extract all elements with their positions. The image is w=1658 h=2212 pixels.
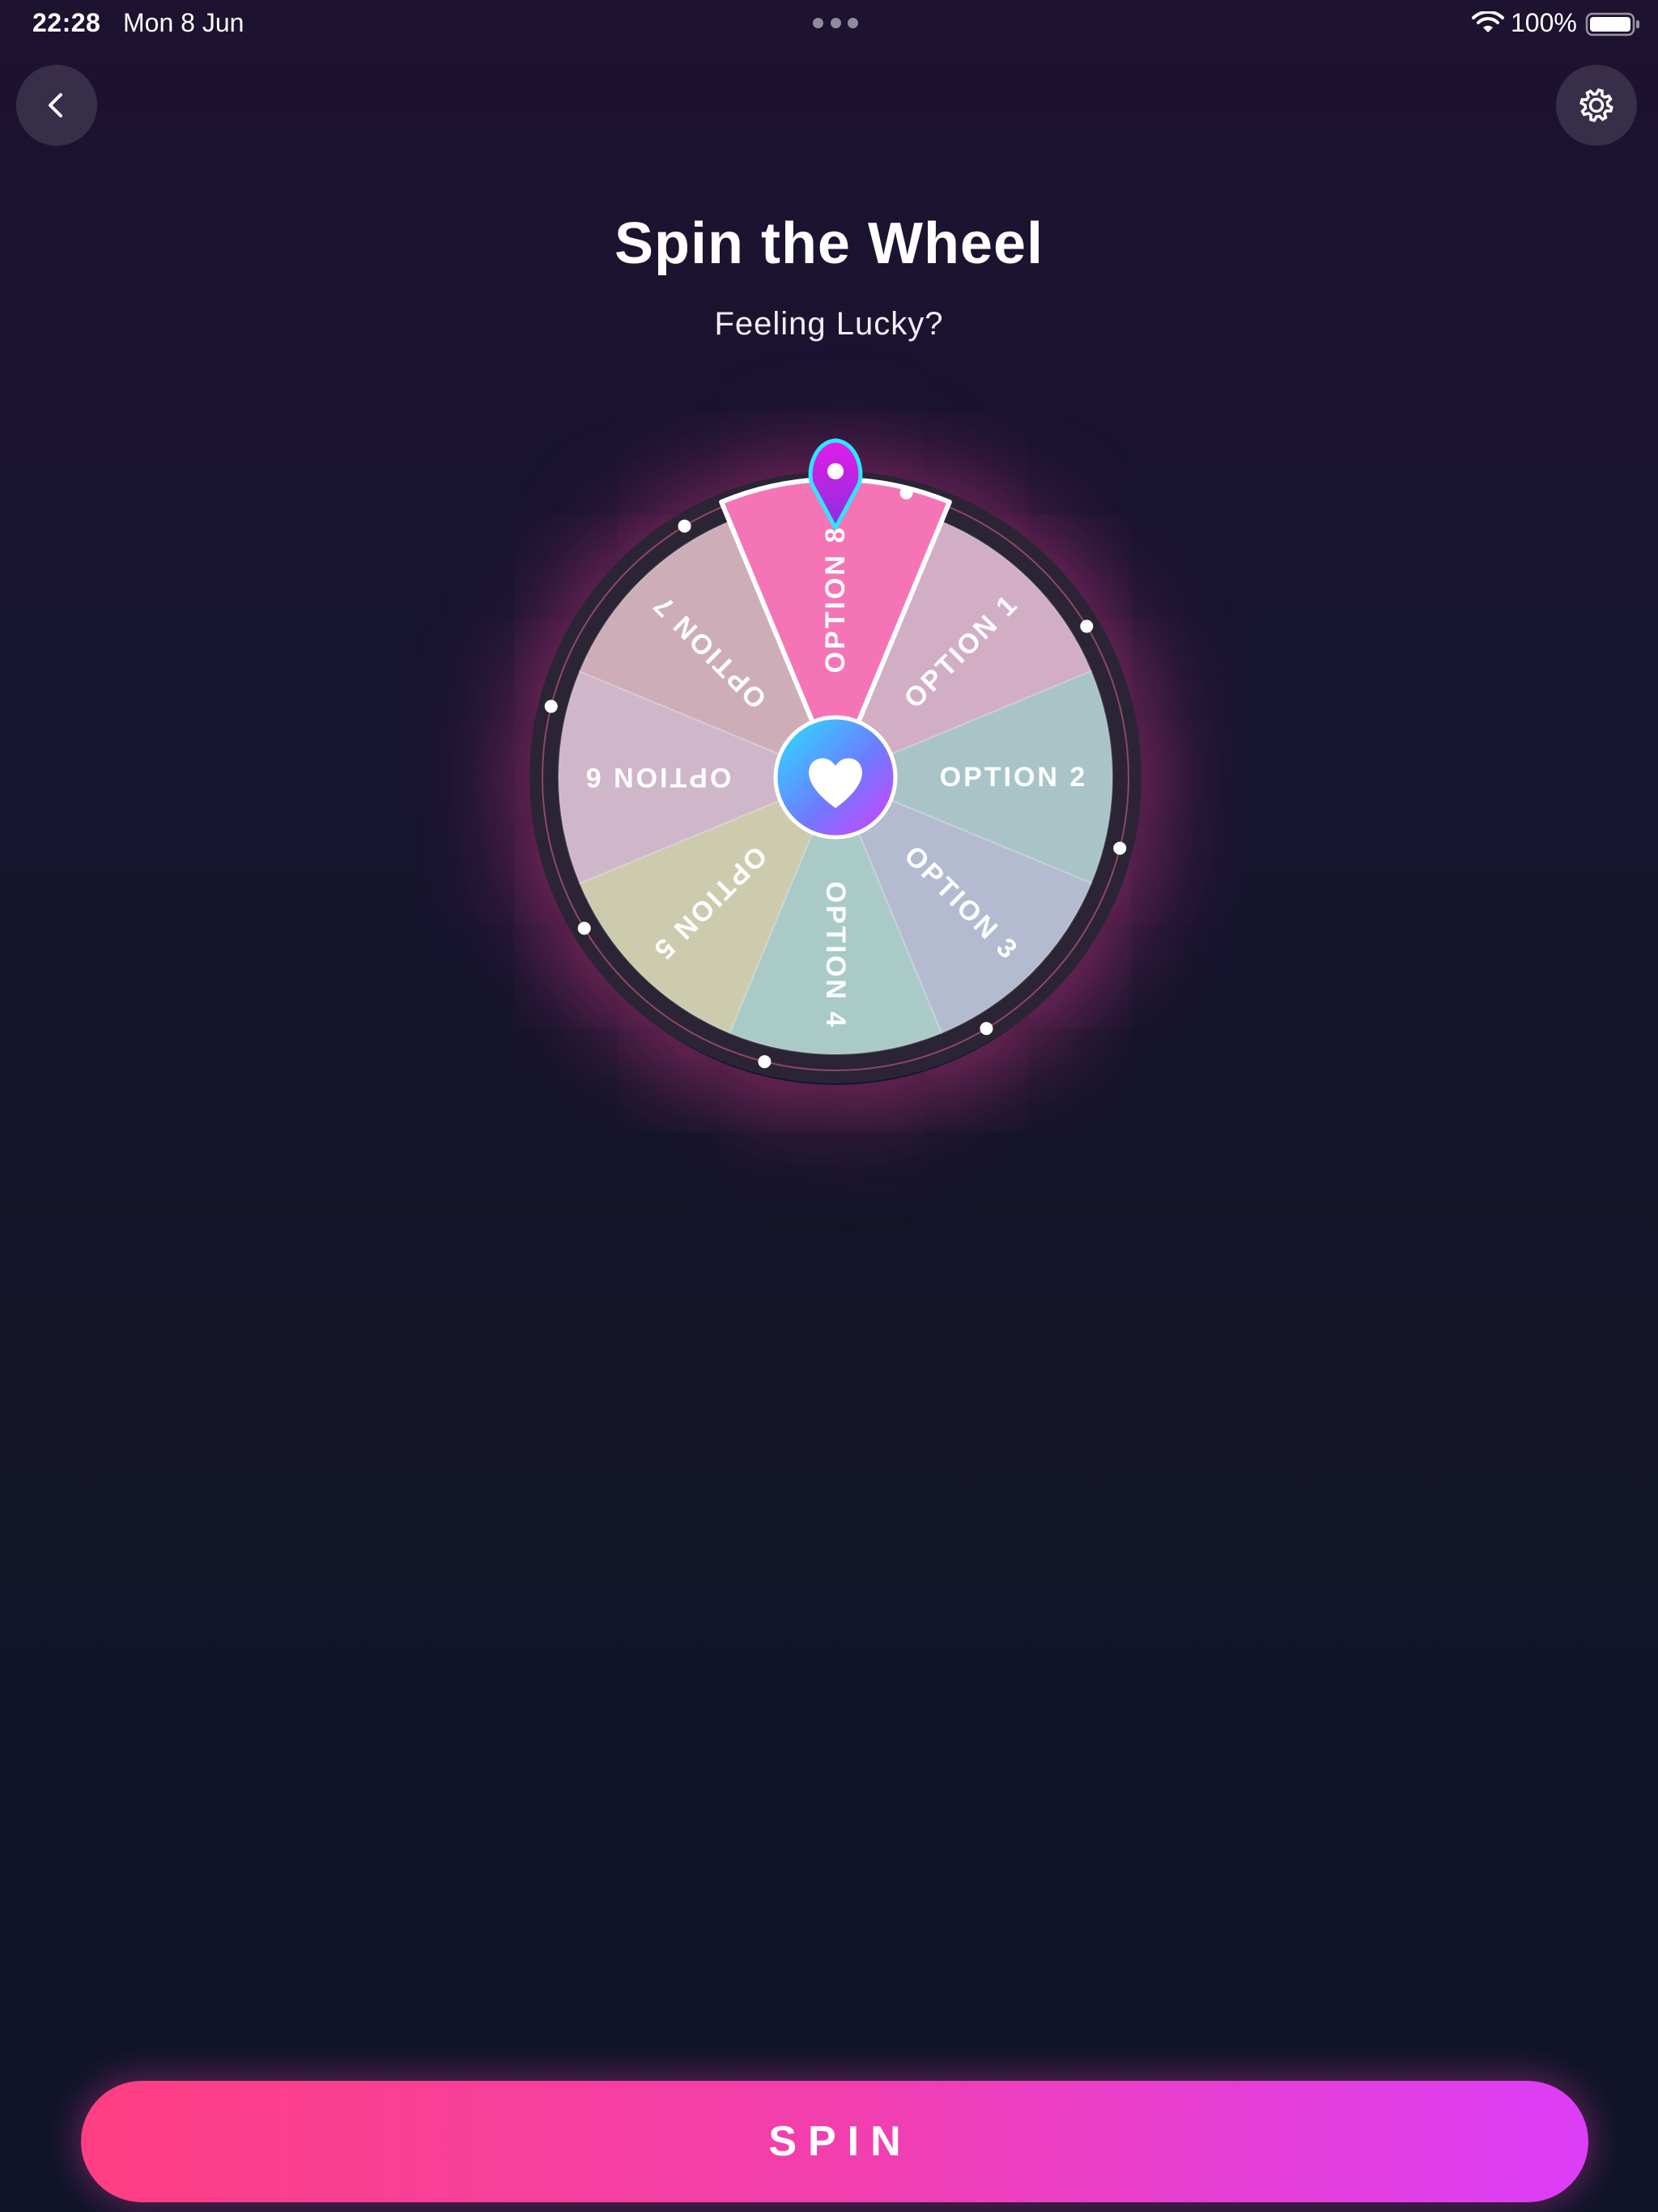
rim-light (758, 1055, 772, 1069)
status-bar: 22:28 Mon 8 Jun 100% (0, 0, 1658, 49)
prize-wheel[interactable]: OPTION 1 OPTION 2 OPTION 3 OPTION 4 OPTION 5… (512, 421, 1159, 1085)
chevron-left-icon (49, 93, 62, 117)
settings-button[interactable] (1556, 65, 1637, 146)
more-dots-icon[interactable] (813, 18, 858, 29)
back-button[interactable] (16, 65, 97, 146)
spin-button-label: SPIN (768, 2118, 912, 2165)
spin-button[interactable]: SPIN (81, 2081, 1588, 2202)
wifi-icon (1472, 11, 1504, 32)
wheel-segment-label: OPTION 6 (584, 762, 732, 793)
center-hub[interactable] (773, 715, 898, 840)
wheel-segment-label: OPTION 2 (940, 762, 1088, 793)
wheel-segment-label: OPTION 4 (820, 882, 851, 1030)
battery-icon (1585, 12, 1639, 36)
status-date: Mon 8 Jun (123, 8, 244, 37)
rim-light (678, 519, 691, 533)
status-time: 22:28 (32, 8, 101, 37)
rim-light (899, 486, 913, 500)
rim-light (1113, 841, 1127, 855)
battery-percentage: 100% (1511, 8, 1577, 37)
rim-light (544, 700, 558, 713)
rim-light (980, 1022, 993, 1036)
gear-icon (1579, 88, 1613, 122)
wheel-graphic[interactable]: OPTION 1OPTION 2OPTION 3OPTION 4OPTION 5… (512, 421, 1159, 1085)
page-subtitle: Feeling Lucky? (714, 306, 944, 342)
rim-light (577, 921, 591, 935)
rim-light (1080, 619, 1094, 633)
wheel-segment-label: OPTION 8 (820, 525, 851, 674)
page-title: Spin the Wheel (614, 211, 1044, 276)
